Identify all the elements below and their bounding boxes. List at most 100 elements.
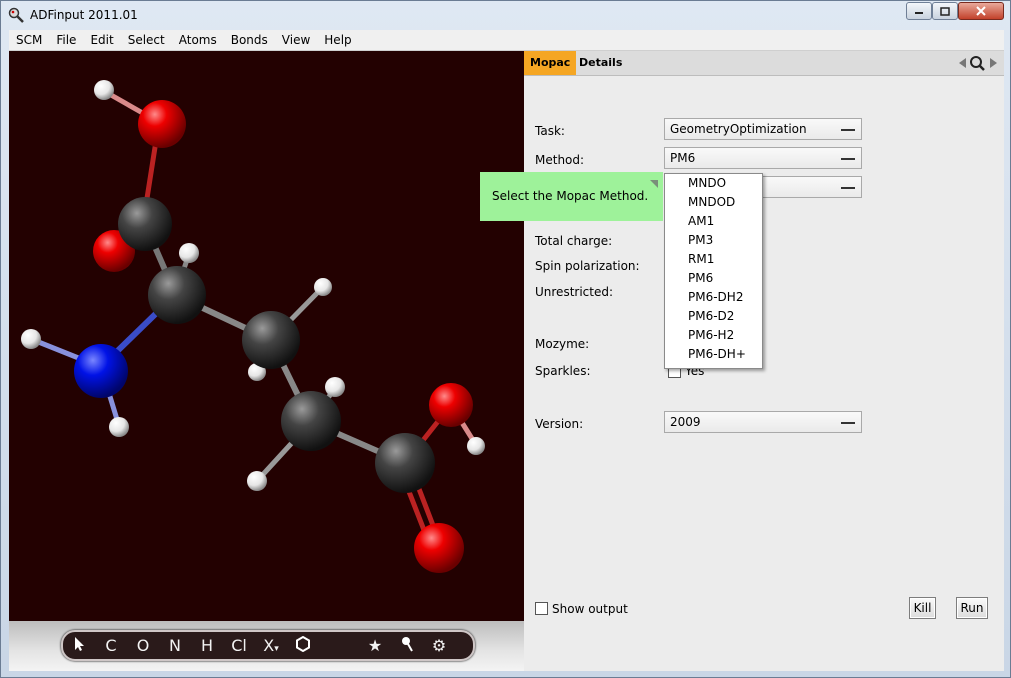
favorites-tool[interactable]: ★ (359, 636, 391, 655)
task-select[interactable]: GeometryOptimization (664, 118, 862, 140)
method-option[interactable]: MNDO (665, 174, 762, 193)
dropdown-arrow-icon (841, 158, 855, 160)
run-button[interactable]: Run (956, 597, 988, 619)
other-element-label: X (263, 636, 275, 655)
nitrogen-tool[interactable]: N (159, 636, 191, 655)
sparkles-label: Sparkles: (535, 364, 591, 378)
app-window: ADFinput 2011.01 SCM File Edit Select At… (0, 0, 1011, 678)
version-label: Version: (535, 417, 584, 431)
search-icon[interactable] (968, 55, 988, 71)
menu-atoms[interactable]: Atoms (172, 33, 224, 47)
atom-c-5[interactable] (375, 433, 435, 493)
minimize-button[interactable] (906, 2, 932, 20)
other-element-tool[interactable]: X▾ (255, 636, 287, 655)
window-title: ADFinput 2011.01 (30, 8, 138, 22)
dropdown-arrow-icon (841, 129, 855, 131)
oxygen-tool[interactable]: O (127, 636, 159, 655)
method-option[interactable]: PM6-DH+ (665, 345, 762, 364)
method-select[interactable]: PM6 (664, 147, 862, 169)
atom-c-1[interactable] (118, 197, 172, 251)
atom-h-1[interactable] (94, 80, 114, 100)
dropdown-arrow-icon (841, 422, 855, 424)
minimize-icon (915, 12, 923, 14)
method-label: Method: (535, 153, 585, 167)
pointer-icon (75, 636, 84, 651)
method-option[interactable]: PM6-D2 (665, 307, 762, 326)
total-charge-label: Total charge: (535, 234, 613, 248)
version-value: 2009 (670, 415, 701, 429)
tab-mopac[interactable]: Mopac (524, 51, 577, 75)
close-button[interactable] (958, 2, 1004, 20)
editor-toolbar: C O N H Cl X▾ ★ ⚙ (61, 630, 475, 661)
method-option[interactable]: RM1 (665, 250, 762, 269)
chlorine-tool[interactable]: Cl (223, 636, 255, 655)
version-select[interactable]: 2009 (664, 411, 862, 433)
atom-h-5[interactable] (21, 329, 41, 349)
tab-details[interactable]: Details (573, 51, 628, 75)
chevron-down-icon: ▾ (274, 644, 279, 654)
menu-help[interactable]: Help (317, 33, 358, 47)
pointer-tool[interactable] (63, 636, 95, 656)
tooltip-corner-icon (650, 180, 658, 188)
pin-icon (402, 636, 413, 651)
pin-tool[interactable] (391, 636, 423, 656)
maximize-button[interactable] (932, 2, 958, 20)
menu-bonds[interactable]: Bonds (224, 33, 275, 47)
atom-c-4[interactable] (281, 391, 341, 451)
method-value: PM6 (670, 151, 696, 165)
dropdown-arrow-icon (841, 187, 855, 189)
star-icon: ★ (367, 636, 383, 655)
carbon-tool[interactable]: C (95, 636, 127, 655)
window-controls (906, 2, 1004, 20)
method-tooltip: Select the Mopac Method. (480, 172, 663, 221)
settings-tool[interactable]: ⚙ (423, 636, 455, 655)
close-icon (976, 6, 986, 16)
menu-file[interactable]: File (49, 33, 83, 47)
gear-icon: ⚙ (431, 636, 447, 655)
arrow-left-icon[interactable] (956, 56, 968, 70)
method-option[interactable]: PM6-DH2 (665, 288, 762, 307)
task-label: Task: (535, 124, 565, 138)
hydrogen-tool[interactable]: H (191, 636, 223, 655)
menu-select[interactable]: Select (121, 33, 172, 47)
panel-tools (956, 55, 1000, 71)
menu-bar: SCM File Edit Select Atoms Bonds View He… (9, 30, 1004, 51)
maximize-icon (940, 6, 950, 16)
mopac-panel: Mopac Details Task: GeometryOptimization… (524, 51, 1004, 671)
unrestricted-label: Unrestricted: (535, 285, 614, 299)
magnifier-app-icon (8, 7, 24, 23)
atom-h-6[interactable] (109, 417, 129, 437)
spin-polarization-label: Spin polarization: (535, 259, 640, 273)
menu-scm[interactable]: SCM (9, 33, 49, 47)
menu-view[interactable]: View (275, 33, 317, 47)
atom-h-9[interactable] (467, 437, 485, 455)
atom-o-3[interactable] (429, 383, 473, 427)
method-dropdown-list: MNDO MNDOD AM1 PM3 RM1 PM6 PM6-DH2 PM6-D… (664, 173, 763, 369)
atom-o-2[interactable] (138, 100, 186, 148)
atom-c-2[interactable] (148, 266, 206, 324)
show-output-label: Show output (552, 602, 628, 616)
atom-h-8[interactable] (247, 471, 267, 491)
arrow-right-icon[interactable] (988, 56, 1000, 70)
atom-n-1[interactable] (74, 344, 128, 398)
molecule-viewer[interactable] (9, 51, 524, 621)
task-value: GeometryOptimization (670, 122, 807, 136)
atom-h-7[interactable] (325, 377, 345, 397)
atom-h-3[interactable] (314, 278, 332, 296)
atom-o-4[interactable] (414, 523, 464, 573)
tooltip-text: Select the Mopac Method. (492, 189, 649, 203)
ring-tool[interactable] (287, 635, 319, 656)
tab-bar: Mopac Details (524, 51, 1004, 76)
hexagon-icon (296, 635, 310, 652)
mozyme-label: Mozyme: (535, 337, 590, 351)
method-option[interactable]: AM1 (665, 212, 762, 231)
kill-button[interactable]: Kill (909, 597, 936, 619)
method-option[interactable]: MNDOD (665, 193, 762, 212)
method-option[interactable]: PM3 (665, 231, 762, 250)
atom-c-3[interactable] (242, 311, 300, 369)
show-output-checkbox[interactable] (535, 602, 548, 615)
method-option[interactable]: PM6 (665, 269, 762, 288)
menu-edit[interactable]: Edit (83, 33, 120, 47)
atom-h-2[interactable] (179, 243, 199, 263)
method-option[interactable]: PM6-H2 (665, 326, 762, 345)
